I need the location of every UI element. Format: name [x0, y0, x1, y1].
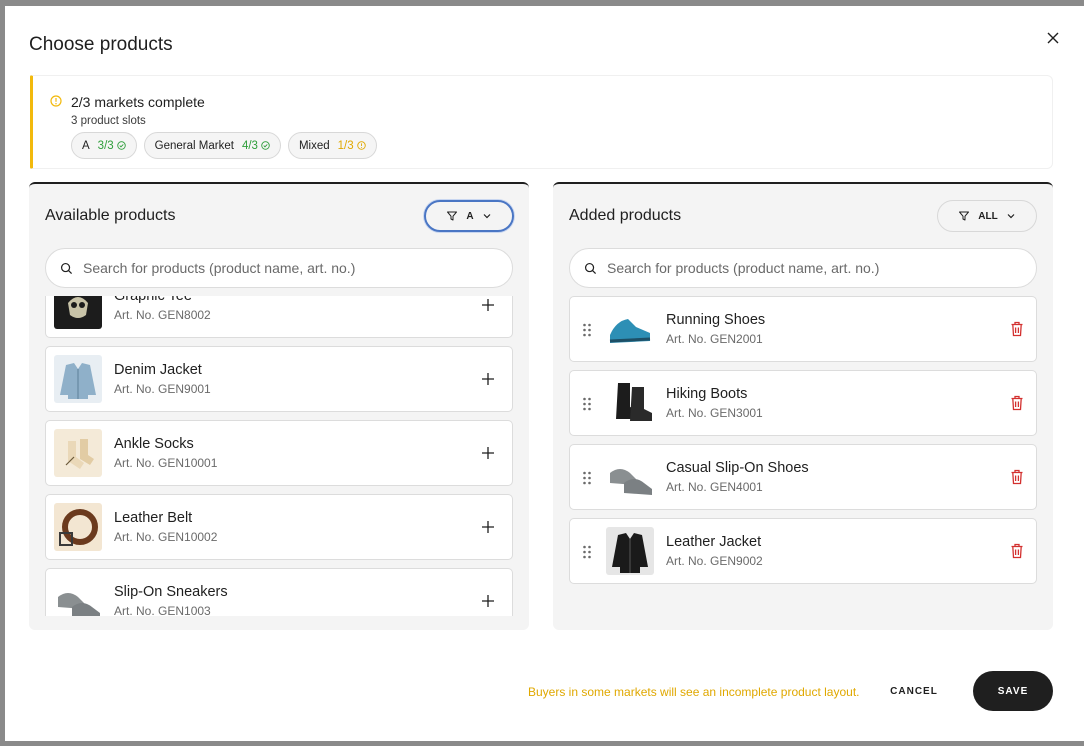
list-item: Graphic Tee Art. No. GEN8002: [45, 296, 513, 338]
chevron-down-icon: [483, 214, 491, 219]
product-image-running-shoes: [606, 305, 654, 353]
markets-complete-title: 2/3 markets complete: [71, 94, 205, 110]
market-chip-count: 4/3: [242, 140, 270, 152]
product-art-no: Art. No. GEN4001: [666, 480, 763, 494]
product-art-no: Art. No. GEN1003: [114, 604, 211, 616]
market-chip-a[interactable]: A 3/3: [71, 132, 137, 159]
drag-handle-icon[interactable]: [582, 544, 592, 560]
market-chips: A 3/3 General Market 4/3 Mixed 1/3: [71, 132, 377, 159]
warning-circle-icon: [356, 141, 366, 150]
product-slots-text: 3 product slots: [71, 115, 146, 127]
plus-icon[interactable]: [480, 593, 496, 609]
market-chip-general-market[interactable]: General Market 4/3: [143, 132, 281, 159]
plus-icon[interactable]: [480, 445, 496, 461]
search-icon: [60, 262, 73, 274]
list-item: Slip-On Sneakers Art. No. GEN1003: [45, 568, 513, 616]
product-art-no: Art. No. GEN10002: [114, 530, 218, 544]
available-products-title: Available products: [45, 207, 176, 224]
plus-icon[interactable]: [480, 519, 496, 535]
market-chip-name: Mixed: [298, 139, 330, 152]
available-search-input[interactable]: [83, 260, 483, 276]
drag-handle-icon[interactable]: [582, 396, 592, 412]
trash-icon[interactable]: [1010, 543, 1024, 559]
product-image-hiking-boots: [606, 379, 654, 427]
chevron-down-icon: [1007, 214, 1015, 219]
product-image-denim-jacket: [54, 355, 102, 403]
filter-icon: [959, 211, 970, 221]
added-products-panel: Added products ALL Running Shoes Art. No…: [553, 182, 1053, 630]
product-image-casual-slip-on-shoes: [606, 453, 654, 501]
save-button[interactable]: SAVE: [973, 671, 1053, 711]
product-art-no: Art. No. GEN9002: [666, 554, 763, 568]
list-item: Casual Slip-On Shoes Art. No. GEN4001: [569, 444, 1037, 510]
warning-circle-icon: [50, 95, 62, 107]
product-art-no: Art. No. GEN9001: [114, 382, 211, 396]
added-filter-dropdown[interactable]: ALL: [937, 200, 1037, 232]
cancel-button[interactable]: CANCEL: [881, 671, 947, 711]
plus-icon[interactable]: [480, 371, 496, 387]
close-icon[interactable]: [1045, 30, 1061, 46]
modal-title: Choose products: [29, 34, 173, 55]
added-search-input[interactable]: [607, 260, 1007, 276]
product-name: Hiking Boots: [666, 386, 748, 402]
product-art-no: Art. No. GEN10001: [114, 456, 218, 470]
product-image-graphic-tee: [54, 296, 102, 329]
product-name: Leather Belt: [114, 510, 193, 526]
drag-handle-icon[interactable]: [582, 470, 592, 486]
market-chip-name: General Market: [154, 139, 234, 152]
product-name: Running Shoes: [666, 312, 766, 328]
product-image-ankle-socks: [54, 429, 102, 477]
markets-status-banner: 2/3 markets complete 3 product slots A 3…: [30, 75, 1053, 169]
plus-icon[interactable]: [480, 297, 496, 313]
added-search: [569, 248, 1037, 288]
product-image-leather-jacket: [606, 527, 654, 575]
trash-icon[interactable]: [1010, 321, 1024, 337]
product-name: Graphic Tee: [114, 296, 192, 304]
list-item: Ankle Socks Art. No. GEN10001: [45, 420, 513, 486]
trash-icon[interactable]: [1010, 395, 1024, 411]
available-filter-dropdown[interactable]: A: [424, 200, 514, 232]
filter-label: ALL: [978, 210, 998, 222]
product-name: Leather Jacket: [666, 534, 762, 550]
product-image-leather-belt: [54, 503, 102, 551]
choose-products-modal: Choose products 2/3 markets complete 3 p…: [5, 6, 1084, 741]
added-products-list: Running Shoes Art. No. GEN2001 Hiking Bo…: [569, 296, 1037, 616]
check-circle-icon: [261, 141, 270, 150]
product-art-no: Art. No. GEN8002: [114, 308, 211, 322]
product-name: Ankle Socks: [114, 436, 194, 452]
list-item: Leather Jacket Art. No. GEN9002: [569, 518, 1037, 584]
market-chip-name: A: [82, 139, 90, 152]
available-products-panel: Available products A Graphic Tee Art. No…: [29, 182, 529, 630]
market-chip-count: 1/3: [338, 140, 366, 152]
market-chip-count: 3/3: [98, 140, 126, 152]
list-item: Denim Jacket Art. No. GEN9001: [45, 346, 513, 412]
product-art-no: Art. No. GEN2001: [666, 332, 763, 346]
product-name: Slip-On Sneakers: [114, 584, 228, 600]
market-chip-mixed[interactable]: Mixed 1/3: [287, 132, 377, 159]
check-circle-icon: [116, 141, 126, 150]
product-name: Casual Slip-On Shoes: [666, 460, 809, 476]
incomplete-layout-warning: Buyers in some markets will see an incom…: [528, 685, 860, 699]
filter-icon: [447, 211, 458, 221]
filter-label: A: [466, 210, 474, 222]
product-art-no: Art. No. GEN3001: [666, 406, 763, 420]
product-image-slip-on-sneakers: [54, 577, 102, 616]
list-item: Running Shoes Art. No. GEN2001: [569, 296, 1037, 362]
list-item: Leather Belt Art. No. GEN10002: [45, 494, 513, 560]
list-item: Hiking Boots Art. No. GEN3001: [569, 370, 1037, 436]
product-name: Denim Jacket: [114, 362, 202, 378]
search-icon: [584, 262, 597, 274]
drag-handle-icon[interactable]: [582, 322, 592, 338]
available-products-list: Graphic Tee Art. No. GEN8002 Denim Jacke…: [45, 296, 513, 616]
trash-icon[interactable]: [1010, 469, 1024, 485]
available-search: [45, 248, 513, 288]
added-products-title: Added products: [569, 207, 682, 224]
